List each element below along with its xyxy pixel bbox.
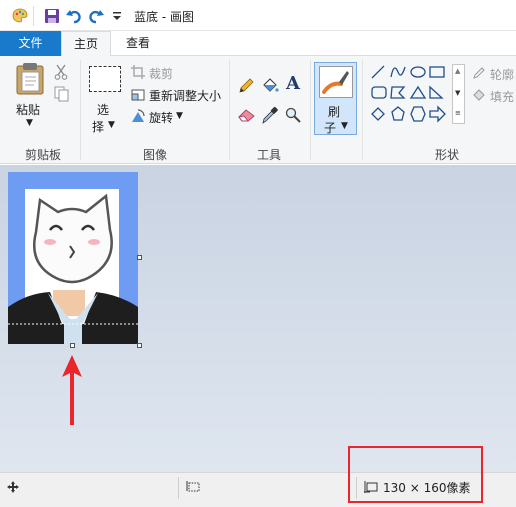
paste-button[interactable]: 粘贴 [16,101,40,118]
cut-icon[interactable] [54,64,68,80]
fill-button[interactable]: 填充 [490,88,514,105]
customize-dropdown-icon[interactable] [108,7,126,25]
image-canvas[interactable] [8,172,138,344]
rotate-dropdown-arrow[interactable]: ▼ [176,111,183,121]
undo-icon[interactable] [65,7,83,25]
brushes-dropdown-arrow[interactable]: ▼ [341,121,348,131]
color-picker-icon[interactable] [262,106,278,124]
select-icon[interactable] [89,66,121,92]
annotation-arrow [62,355,82,425]
group-separator [310,60,311,160]
window-title: 蓝底 - 画图 [134,10,194,24]
group-label-tools: 工具 [256,148,281,162]
title-bar: 蓝底 - 画图 [0,0,516,31]
eraser-icon[interactable] [238,108,256,122]
canvas-resize-handle-bottom[interactable] [70,343,75,348]
redo-icon[interactable] [87,7,105,25]
group-separator [229,60,230,160]
rotate-button[interactable]: 旋转 [149,109,173,126]
selection-size-icon [186,481,200,492]
crop-button[interactable]: 裁剪 [149,65,173,82]
save-icon[interactable] [43,7,61,25]
group-label-shapes: 形状 [434,148,459,162]
canvas-resize-handle-right[interactable] [137,255,142,260]
group-label-image: 图像 [142,148,167,162]
ribbon-tabs: 文件 主页 查看 [0,31,516,57]
brush-icon [322,71,349,94]
tab-view[interactable]: 查看 [113,31,163,57]
select-dropdown-arrow[interactable]: ▼ [108,120,115,130]
paste-icon[interactable] [14,62,46,96]
paint-app-icon[interactable] [11,7,29,25]
cartoon-face-image [33,193,113,284]
move-cursor-icon [7,481,19,493]
shapes-scrollbar[interactable]: ▲ ▼ ≡ [452,64,465,124]
status-separator [178,477,179,499]
paste-dropdown-arrow[interactable]: ▼ [26,118,33,128]
canvas-workspace[interactable] [0,165,516,472]
rotate-icon[interactable] [131,109,145,123]
copy-icon[interactable] [54,86,69,102]
magnifier-icon[interactable] [285,107,301,123]
group-label-clipboard: 剪贴板 [24,148,61,162]
select-label-2[interactable]: 择 [92,118,104,135]
group-separator [80,60,81,160]
fill-bucket-icon[interactable] [261,76,279,94]
fill-icon [473,89,485,101]
group-separator [362,60,363,160]
select-label-1[interactable]: 选 [97,101,109,118]
resize-button[interactable]: 重新调整大小 [149,87,221,104]
annotation-highlight-box [348,446,483,503]
suit-image [8,292,138,344]
shapes-gallery[interactable] [370,64,450,124]
brushes-label-1[interactable]: 刷 [328,103,340,120]
pencil-icon[interactable] [238,78,254,94]
text-icon[interactable]: A [286,73,300,94]
ribbon-home: 粘贴 ▼ 剪贴板 选 择 ▼ 裁剪 重新调整大小 旋转 ▼ 图像 A 工具 刷 … [0,56,516,164]
tab-file[interactable]: 文件 [0,31,61,56]
outline-button[interactable]: 轮廓 [490,66,514,83]
crop-icon [131,65,145,79]
tab-home[interactable]: 主页 [61,31,111,57]
canvas-resize-handle-corner[interactable] [137,343,142,348]
resize-icon[interactable] [131,87,145,101]
brushes-label-2[interactable]: 子 [324,119,336,136]
outline-icon [473,67,485,79]
brushes-button[interactable]: 刷 子 ▼ [314,62,357,135]
